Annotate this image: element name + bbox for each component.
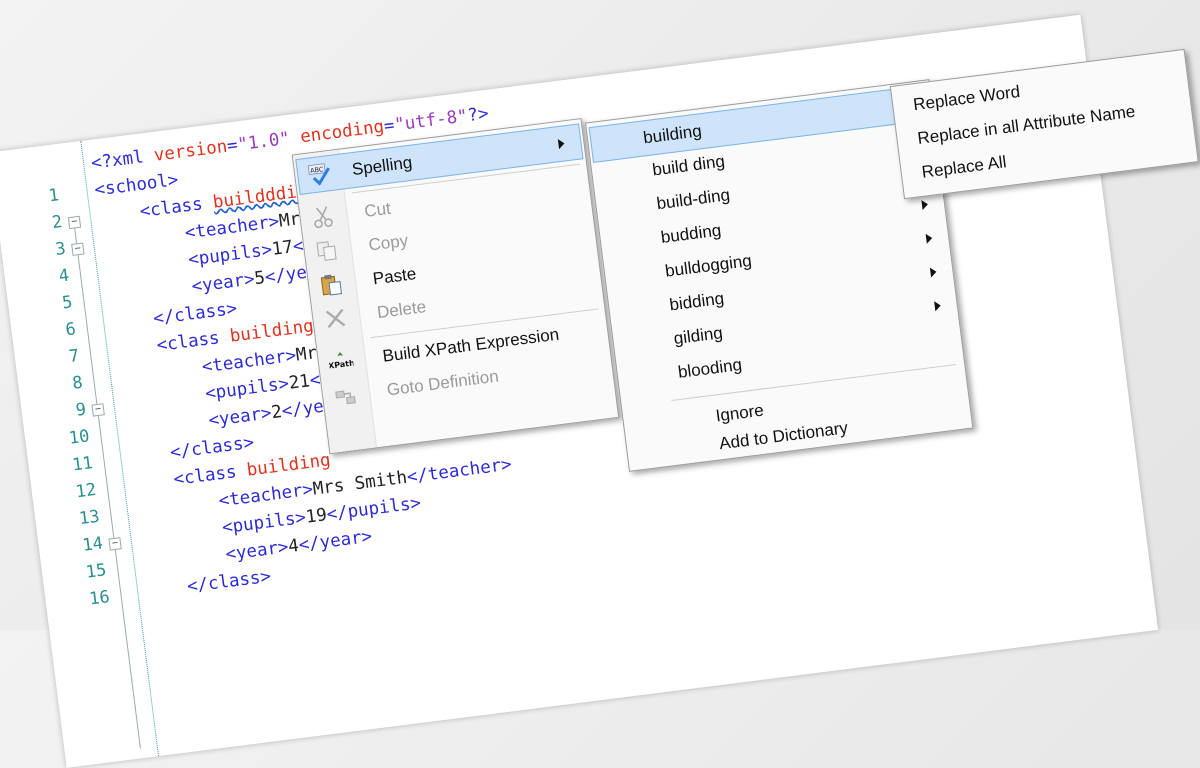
code-token: </teacher>: [405, 454, 513, 488]
code-token: building: [245, 450, 332, 481]
copy-icon: [316, 241, 337, 261]
xpath-icon: XPath: [328, 352, 355, 371]
line-number: 9: [74, 399, 88, 421]
delete-icon: [325, 308, 346, 329]
submenu-arrow-icon: [921, 199, 929, 211]
line-number: 8: [71, 372, 84, 394]
code-token: 19: [304, 505, 329, 528]
code-token: building: [228, 316, 315, 347]
delete-label: Delete: [375, 297, 428, 323]
code-token: </ye: [280, 396, 325, 422]
code-token: Mr: [294, 343, 319, 366]
cut-label: Cut: [363, 198, 392, 221]
line-number: 13: [77, 506, 101, 530]
code-token: </year>: [297, 526, 374, 556]
code-token: 17: [270, 237, 295, 260]
code-token: version: [152, 136, 229, 166]
suggestion-label: blooding: [676, 354, 743, 382]
paste-icon: [320, 274, 343, 296]
spellcheck-icon: ABC: [307, 163, 330, 186]
svg-text:ABC: ABC: [310, 165, 325, 175]
spelling-label: Spelling: [350, 152, 414, 180]
code-token: "utf-8": [393, 106, 469, 136]
line-number: 3: [54, 238, 67, 260]
copy-label: Copy: [367, 230, 410, 255]
submenu-arrow-icon: [557, 138, 566, 150]
paste-label: Paste: [371, 264, 418, 289]
line-number: 1: [47, 185, 61, 207]
code-token: "1.0": [236, 128, 292, 156]
line-number: 12: [74, 479, 98, 503]
code-token: Mrs Smith: [311, 467, 409, 500]
line-number: 5: [61, 292, 74, 314]
goto-definition-icon: [335, 390, 356, 405]
svg-text:XPath: XPath: [328, 358, 355, 370]
line-number: 14: [81, 533, 105, 556]
line-number: 16: [88, 587, 111, 610]
fold-toggle-icon[interactable]: −: [91, 403, 105, 417]
line-number: 11: [71, 453, 95, 476]
fold-toggle-icon[interactable]: −: [71, 242, 85, 256]
code-token: </pupils>: [325, 493, 423, 526]
submenu-arrow-icon: [925, 233, 933, 244]
code-token: <school>: [93, 170, 180, 201]
line-number: 15: [84, 560, 108, 583]
code-token: <?xml: [90, 146, 156, 174]
line-number: 7: [67, 345, 81, 368]
code-token: ?>: [466, 103, 490, 127]
line-number: 10: [67, 426, 91, 449]
fold-toggle-icon[interactable]: −: [108, 537, 122, 551]
line-number: 4: [57, 265, 71, 287]
line-number: 6: [64, 319, 78, 341]
line-number: 2: [50, 212, 64, 234]
cut-icon: [314, 206, 333, 229]
submenu-arrow-icon: [934, 300, 942, 312]
code-token: </ye: [263, 262, 309, 288]
fold-toggle-icon[interactable]: −: [67, 215, 82, 230]
context-menu: ABC Spelling Cut Copy Paste Delete XPath…: [291, 118, 620, 455]
submenu-arrow-icon: [929, 266, 938, 278]
code-token: 21: [287, 371, 312, 394]
code-line[interactable]: <school>: [93, 170, 179, 200]
